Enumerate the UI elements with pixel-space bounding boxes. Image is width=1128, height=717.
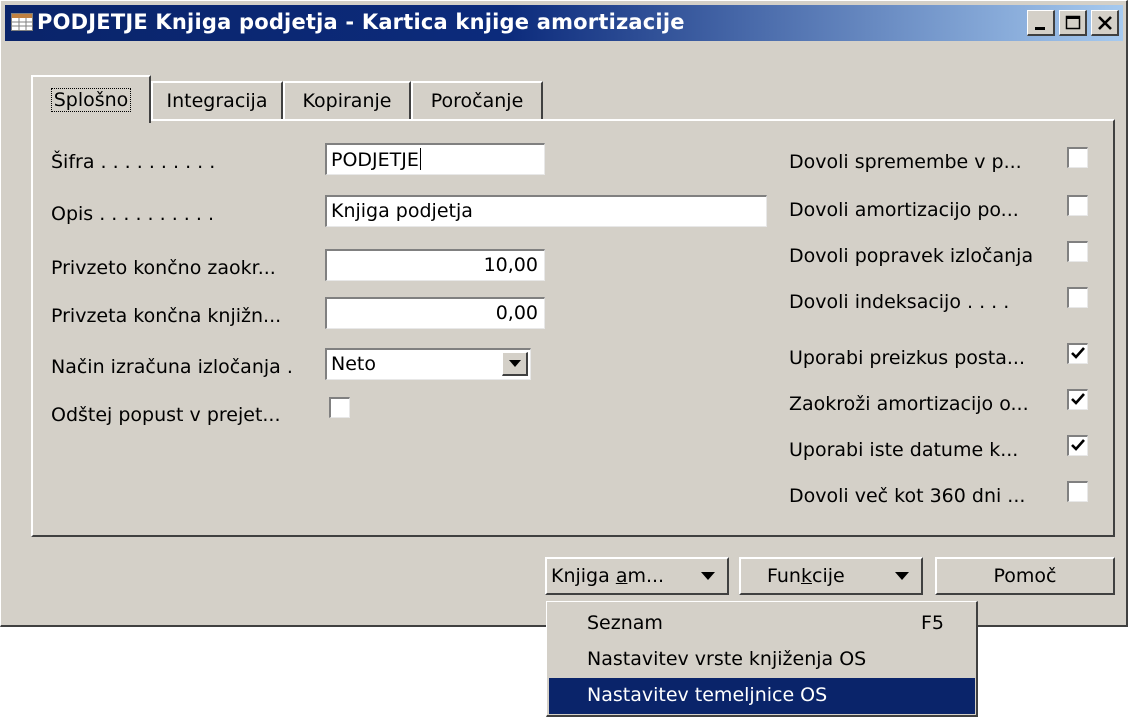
privzeto-koncno-value: 10,00: [483, 254, 538, 276]
chevron-down-icon: [895, 572, 909, 580]
uporabi-preizkus-checkbox[interactable]: [1067, 343, 1088, 364]
dovoli-spremembe-checkbox[interactable]: [1067, 147, 1088, 168]
right-checkbox-label: Dovoli indeksacijo . . . .: [789, 291, 1010, 313]
menu-item-shortcut: F5: [921, 612, 945, 634]
window-title: PODJETJE Knjiga podjetja - Kartica knjig…: [37, 10, 685, 34]
knjiga-dropdown-menu: Seznam F5 Nastavitev vrste knjiženja OS …: [546, 601, 978, 717]
checkmark-icon: [1071, 347, 1085, 359]
minimize-button[interactable]: [1027, 10, 1055, 36]
checkmark-icon: [1071, 393, 1085, 405]
button-label: Pomoč: [993, 565, 1057, 587]
privzeta-knjizna-label: Privzeta končna knjižn...: [51, 305, 282, 327]
tab-label: Integracija: [166, 90, 268, 112]
minimize-icon: [1035, 27, 1045, 30]
button-label: Knjiga: [551, 565, 616, 587]
sifra-label: Šifra . . . . . . . . . .: [51, 151, 216, 173]
title-bar[interactable]: PODJETJE Knjiga podjetja - Kartica knjig…: [5, 5, 1123, 41]
right-checkbox-label: Uporabi iste datume k...: [789, 439, 1019, 461]
chevron-down-icon: [701, 572, 715, 580]
funkcije-button[interactable]: Funkcije: [739, 557, 923, 595]
menu-item-nastavitev-vrste-knjizenja[interactable]: Nastavitev vrste knjiženja OS: [549, 642, 975, 678]
button-label: cije: [812, 565, 845, 587]
chevron-down-icon: [509, 360, 521, 367]
odstej-popust-label: Odštej popust v prejet...: [51, 404, 281, 426]
button-mnemonic: k: [800, 565, 812, 587]
text-caret: [419, 148, 421, 170]
nacin-izracuna-select[interactable]: Neto: [325, 348, 531, 380]
odstej-popust-checkbox[interactable]: [329, 397, 350, 418]
tab-integracija[interactable]: Integracija: [151, 81, 283, 121]
card-window: PODJETJE Knjiga podjetja - Kartica knjig…: [0, 0, 1128, 627]
menu-item-nastavitev-temeljnice[interactable]: Nastavitev temeljnice OS: [549, 678, 975, 714]
maximize-icon: [1065, 15, 1081, 30]
sifra-value: PODJETJE: [331, 149, 419, 171]
zaokrozi-amortizacijo-checkbox[interactable]: [1067, 389, 1088, 410]
form-icon: [11, 13, 33, 31]
dovoli-vec-kot-360-checkbox[interactable]: [1067, 481, 1088, 502]
close-button[interactable]: [1091, 10, 1119, 36]
general-tab-panel: Šifra . . . . . . . . . . PODJETJE Opis …: [31, 119, 1115, 537]
button-mnemonic: a: [615, 565, 628, 587]
privzeta-knjizna-value: 0,00: [495, 302, 538, 324]
menu-item-label: Nastavitev vrste knjiženja OS: [587, 648, 867, 670]
maximize-button[interactable]: [1059, 10, 1087, 36]
tab-splosno[interactable]: Splošno: [31, 75, 151, 123]
right-checkbox-label: Dovoli več kot 360 dni ...: [789, 485, 1026, 507]
menu-item-label: Nastavitev temeljnice OS: [587, 684, 828, 706]
nacin-izracuna-dropdown-button[interactable]: [502, 352, 528, 376]
dovoli-amortizacijo-checkbox[interactable]: [1067, 195, 1088, 216]
tab-porocanje[interactable]: Poročanje: [411, 81, 543, 121]
dovoli-popravek-checkbox[interactable]: [1067, 241, 1088, 262]
opis-input[interactable]: Knjiga podjetja: [325, 195, 767, 227]
sifra-input[interactable]: PODJETJE: [325, 143, 545, 175]
opis-value: Knjiga podjetja: [331, 200, 473, 222]
privzeta-knjizna-input[interactable]: 0,00: [325, 297, 545, 329]
tab-label: Poročanje: [430, 90, 524, 112]
tab-label: Splošno: [50, 88, 132, 112]
checkmark-icon: [1071, 439, 1085, 451]
uporabi-iste-datume-checkbox[interactable]: [1067, 435, 1088, 456]
button-label: Fun: [767, 565, 801, 587]
right-checkbox-label: Uporabi preizkus posta...: [789, 347, 1026, 369]
opis-label: Opis . . . . . . . . . .: [51, 203, 214, 225]
nacin-izracuna-value: Neto: [331, 353, 376, 375]
tab-kopiranje[interactable]: Kopiranje: [283, 81, 411, 121]
button-label: m...: [627, 565, 665, 587]
menu-item-label: Seznam: [587, 612, 663, 634]
close-icon: [1098, 16, 1112, 30]
right-checkbox-label: Dovoli popravek izločanja: [789, 245, 1034, 267]
knjiga-amortizacije-button[interactable]: Knjiga am...: [545, 557, 729, 595]
right-checkbox-label: Zaokroži amortizacijo o...: [789, 393, 1029, 415]
tab-label: Kopiranje: [302, 90, 392, 112]
privzeto-koncno-label: Privzeto končno zaokr...: [51, 257, 276, 279]
pomoc-button[interactable]: Pomoč: [935, 557, 1115, 595]
right-checkbox-label: Dovoli spremembe v p...: [789, 151, 1022, 173]
menu-item-seznam[interactable]: Seznam F5: [549, 606, 975, 642]
privzeto-koncno-input[interactable]: 10,00: [325, 249, 545, 281]
dovoli-indeksacijo-checkbox[interactable]: [1067, 287, 1088, 308]
right-checkbox-label: Dovoli amortizacijo po...: [789, 199, 1019, 221]
nacin-izracuna-label: Način izračuna izločanja .: [51, 356, 293, 378]
